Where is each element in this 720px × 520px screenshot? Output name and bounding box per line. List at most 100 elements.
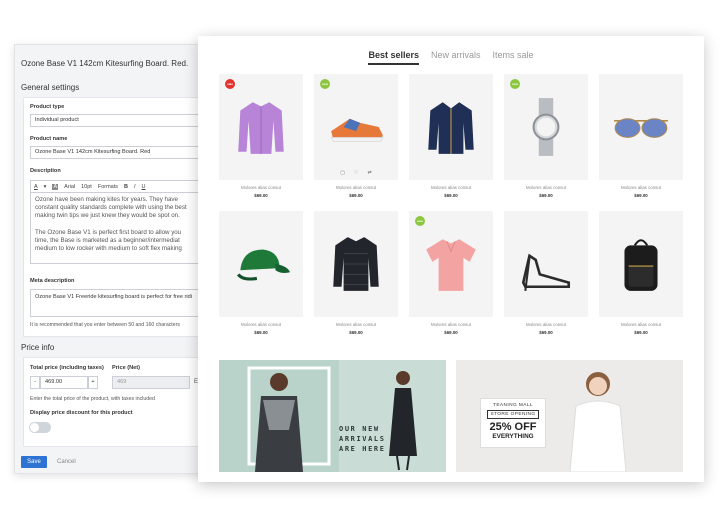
product-image[interactable] [599, 74, 683, 180]
product-name[interactable]: Molores alias consut [504, 322, 588, 327]
product-card[interactable]: Molores alias consut $69.00 [219, 211, 303, 337]
size-select[interactable]: 10pt [81, 184, 92, 190]
product-image[interactable]: new [504, 74, 588, 180]
sneaker-icon [330, 118, 384, 142]
bag-icon[interactable]: ▢ [340, 170, 345, 176]
jacket-icon [428, 102, 474, 154]
product-card[interactable]: new Molores alias consut $69.00 [504, 74, 588, 200]
save-button[interactable]: Save [21, 456, 47, 468]
product-image[interactable] [504, 211, 588, 317]
product-name[interactable]: Molores alias consut [219, 185, 303, 190]
watch-icon [532, 98, 560, 156]
backpack-icon [624, 239, 658, 291]
product-image[interactable]: sale [219, 74, 303, 180]
product-price: $69.00 [444, 193, 458, 198]
store-opening-banner[interactable]: TEANING MALL STORE OPENING 25% OFF EVERY… [456, 360, 683, 472]
product-name-label: Product name [30, 136, 68, 142]
product-name[interactable]: Molores alias consut [599, 322, 683, 327]
product-type-label: Product type [30, 104, 65, 110]
product-image[interactable] [219, 211, 303, 317]
general-settings-heading: General settings [21, 83, 80, 92]
meta-description-label: Meta description [30, 278, 75, 284]
sale-card: TEANING MALL STORE OPENING 25% OFF EVERY… [480, 398, 546, 448]
product-card[interactable]: new ▢ ♡ ⇄ Molores alias consut $69.00 [314, 74, 398, 200]
cap-icon [236, 249, 290, 281]
product-price: $69.00 [539, 330, 553, 335]
product-image[interactable] [599, 211, 683, 317]
new-badge: new [415, 216, 425, 226]
product-card[interactable]: Molores alias consut $69.00 [599, 211, 683, 337]
increment-button[interactable]: + [88, 376, 98, 389]
heel-icon [521, 253, 571, 291]
product-title: Ozone Base V1 142cm Kitesurfing Board. R… [21, 59, 189, 68]
product-image[interactable]: new ▢ ♡ ⇄ [314, 74, 398, 180]
underline-button[interactable]: U [142, 184, 146, 190]
fashion-model-photo [219, 360, 417, 472]
new-badge: new [320, 79, 330, 89]
banner-line-1: OUR NEW [339, 425, 380, 433]
net-price-input[interactable]: 469 [112, 376, 190, 389]
tab-new-arrivals[interactable]: New arrivals [431, 50, 481, 65]
product-price: $69.00 [539, 193, 553, 198]
product-image[interactable] [409, 74, 493, 180]
product-actions: ▢ ♡ ⇄ [314, 170, 398, 176]
italic-button[interactable]: I [134, 184, 136, 190]
polo-icon [426, 239, 476, 291]
product-price: $69.00 [349, 330, 363, 335]
new-arrivals-banner[interactable]: OUR NEW ARRIVALS ARE HERE [219, 360, 446, 472]
tab-items-sale[interactable]: Items sale [493, 50, 534, 65]
mall-name: TEANING MALL [493, 403, 533, 408]
net-price-label: Price (Net) [112, 365, 140, 371]
discount-toggle[interactable] [29, 422, 51, 433]
font-select[interactable]: Arial [64, 184, 75, 190]
product-tabs: Best sellers New arrivals Items sale [198, 50, 704, 65]
sale-badge: sale [225, 79, 235, 89]
product-price: $69.00 [634, 330, 648, 335]
heart-icon[interactable]: ♡ [354, 170, 358, 176]
formats-select[interactable]: Formats [98, 184, 118, 190]
price-hint: Enter the total price of the product, wi… [30, 396, 155, 402]
product-image[interactable]: new [409, 211, 493, 317]
discount-amount: 25% OFF [489, 421, 537, 433]
product-name[interactable]: Molores alias consut [314, 322, 398, 327]
product-price: $69.00 [254, 330, 268, 335]
product-name[interactable]: Molores alias consut [599, 185, 683, 190]
product-name[interactable]: Molores alias consut [504, 185, 588, 190]
product-image[interactable] [314, 211, 398, 317]
banner-line-2: ARRIVALS [339, 435, 386, 443]
bg-color-button[interactable]: A [52, 183, 59, 190]
product-card[interactable]: Molores alias consut $69.00 [504, 211, 588, 337]
banner-line-3: ARE HERE [339, 445, 386, 453]
product-price: $69.00 [349, 193, 363, 198]
bold-button[interactable]: B [124, 184, 128, 190]
product-card[interactable]: sale Molores alias consut $69.00 [219, 74, 303, 200]
product-card[interactable]: Molores alias consut $69.00 [314, 211, 398, 337]
total-price-input[interactable]: 469.00 [40, 376, 88, 389]
product-card[interactable]: Molores alias consut $69.00 [409, 74, 493, 200]
compare-icon[interactable]: ⇄ [368, 170, 372, 176]
product-name[interactable]: Molores alias consut [409, 322, 493, 327]
puffer-jacket-icon [333, 237, 379, 291]
font-color-button[interactable]: A [34, 184, 38, 190]
decrement-button[interactable]: - [30, 376, 40, 389]
price-info-heading: Price info [21, 343, 55, 352]
storefront-panel: Best sellers New arrivals Items sale sal… [198, 36, 704, 482]
total-price-label: Total price (including taxes) [30, 365, 104, 371]
product-card[interactable]: Molores alias consut $69.00 [599, 74, 683, 200]
product-name[interactable]: Molores alias consut [409, 185, 493, 190]
product-price: $69.00 [444, 330, 458, 335]
sunglasses-icon [614, 118, 668, 138]
cancel-button[interactable]: Cancel [57, 456, 76, 468]
product-name[interactable]: Molores alias consut [314, 185, 398, 190]
new-badge: new [510, 79, 520, 89]
discount-label: Display price discount for this product [30, 410, 133, 416]
product-price: $69.00 [254, 193, 268, 198]
product-name[interactable]: Molores alias consut [219, 322, 303, 327]
description-label: Description [30, 168, 61, 174]
discount-scope: EVERYTHING [492, 433, 534, 440]
product-card[interactable]: new Molores alias consut $69.00 [409, 211, 493, 337]
tab-best-sellers[interactable]: Best sellers [368, 50, 419, 65]
shirt-icon [238, 102, 284, 154]
chevron-down-icon[interactable]: ▾ [44, 184, 47, 190]
product-price: $69.00 [634, 193, 648, 198]
